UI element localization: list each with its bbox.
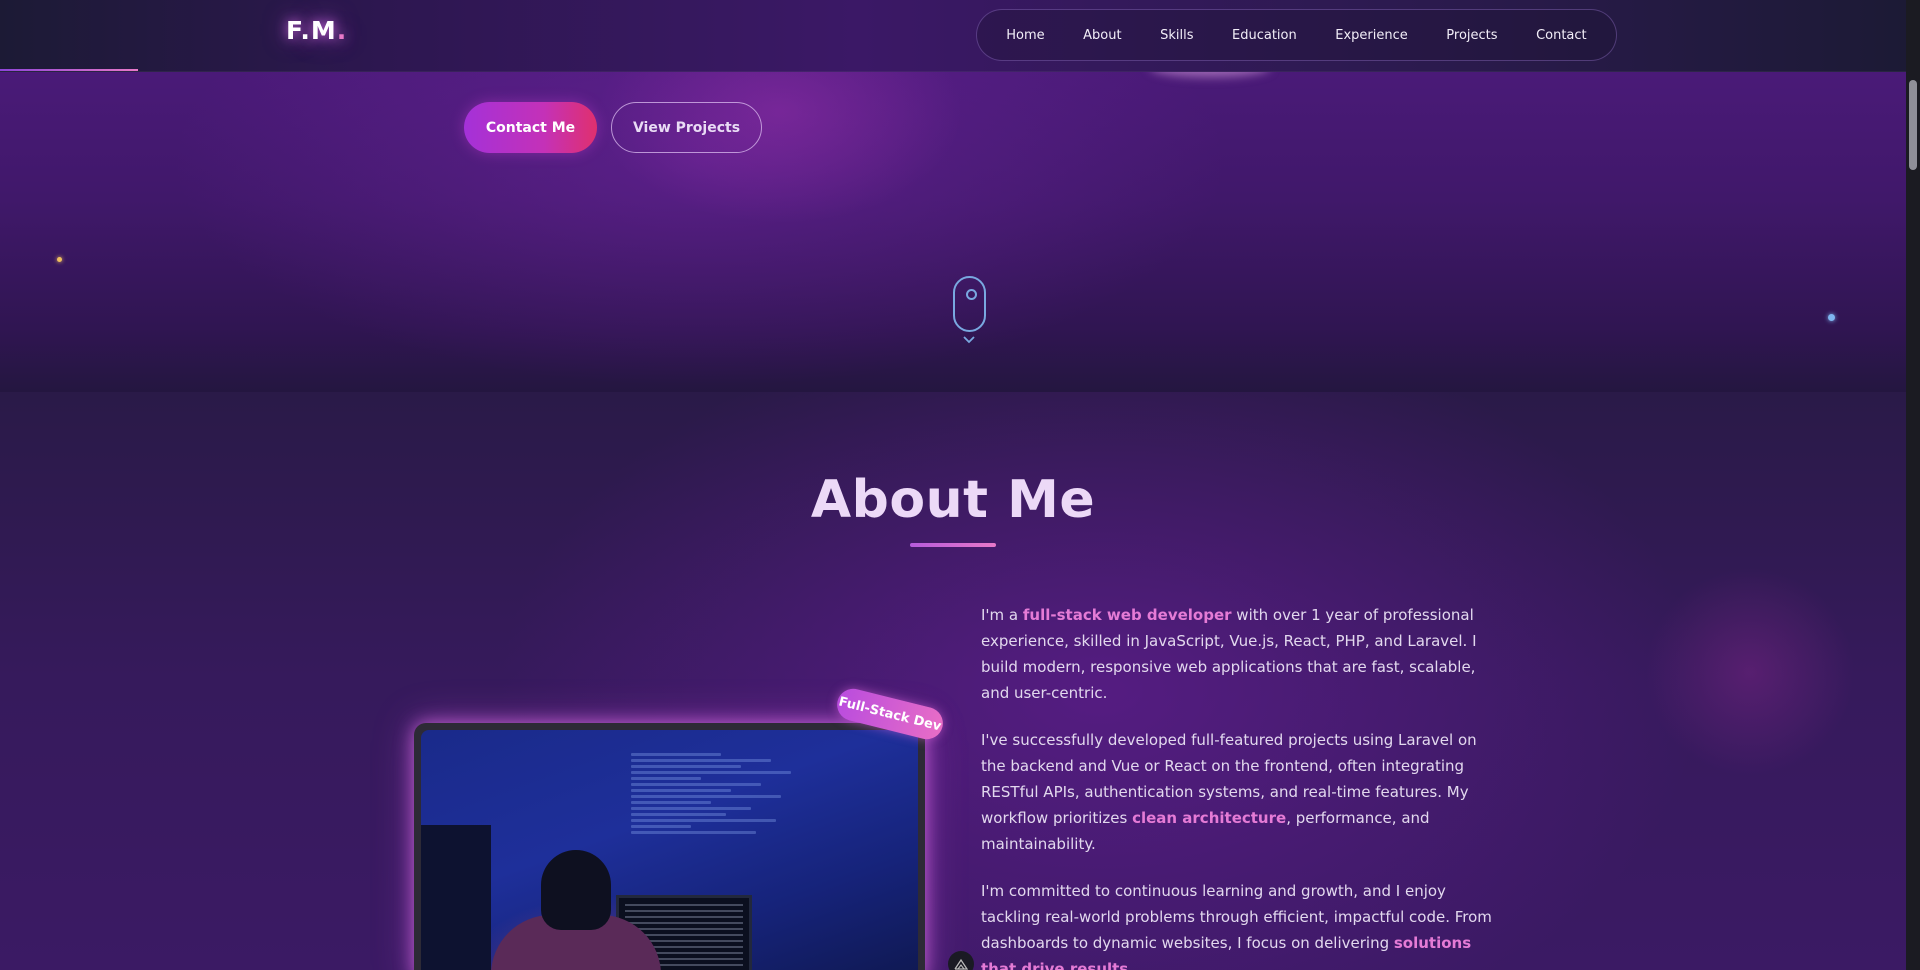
main-nav: Home About Skills Education Experience P… xyxy=(976,9,1617,61)
scroll-progress-bar xyxy=(0,69,138,71)
nav-experience[interactable]: Experience xyxy=(1331,22,1412,49)
developer-photo xyxy=(421,730,918,970)
about-paragraph-2: I've successfully developed full-feature… xyxy=(981,731,1477,853)
about-image-frame xyxy=(414,723,925,970)
scrollbar-thumb[interactable] xyxy=(1909,80,1917,170)
about-title: About Me xyxy=(810,470,1096,530)
nav-skills[interactable]: Skills xyxy=(1156,22,1197,49)
site-header: F.M. Home About Skills Education Experie… xyxy=(0,0,1906,72)
logo-dot: . xyxy=(336,16,348,45)
nav-contact[interactable]: Contact xyxy=(1532,22,1591,49)
portfolio-page: F.M. Home About Skills Education Experie… xyxy=(0,0,1920,970)
floating-widget-icon[interactable] xyxy=(948,951,974,970)
code-lines-decoration xyxy=(631,750,791,837)
logo-text: F.M xyxy=(286,16,337,45)
hero-section: Contact Me View Projects xyxy=(0,71,1906,392)
particle-dot xyxy=(1828,314,1835,321)
nav-education[interactable]: Education xyxy=(1228,22,1301,49)
nav-projects[interactable]: Projects xyxy=(1442,22,1501,49)
page-scrollbar[interactable] xyxy=(1906,0,1920,970)
view-projects-button[interactable]: View Projects xyxy=(611,102,762,153)
highlight-text: full-stack web developer xyxy=(1022,606,1232,624)
site-logo[interactable]: F.M. xyxy=(286,16,347,45)
particle-dot xyxy=(57,257,62,262)
mouse-wheel-icon xyxy=(966,289,977,300)
about-section: About Me Full-Stack Dev I'm a full-stack… xyxy=(0,392,1906,970)
about-description: I'm a full-stack web developer with over… xyxy=(981,602,1493,970)
nav-home[interactable]: Home xyxy=(1002,22,1048,49)
about-paragraph-3: I'm committed to continuous learning and… xyxy=(981,878,1493,970)
title-underline xyxy=(910,543,996,547)
chevron-down-icon xyxy=(962,335,976,347)
bookshelf-shape xyxy=(421,825,491,970)
highlight-text: clean architecture xyxy=(1132,809,1287,827)
about-paragraph-1: I'm a full-stack web developer with over… xyxy=(981,606,1477,702)
nav-about[interactable]: About xyxy=(1079,22,1125,49)
person-head-shape xyxy=(541,850,611,930)
contact-me-button[interactable]: Contact Me xyxy=(464,102,597,153)
scroll-indicator-mouse-icon[interactable] xyxy=(953,276,986,332)
